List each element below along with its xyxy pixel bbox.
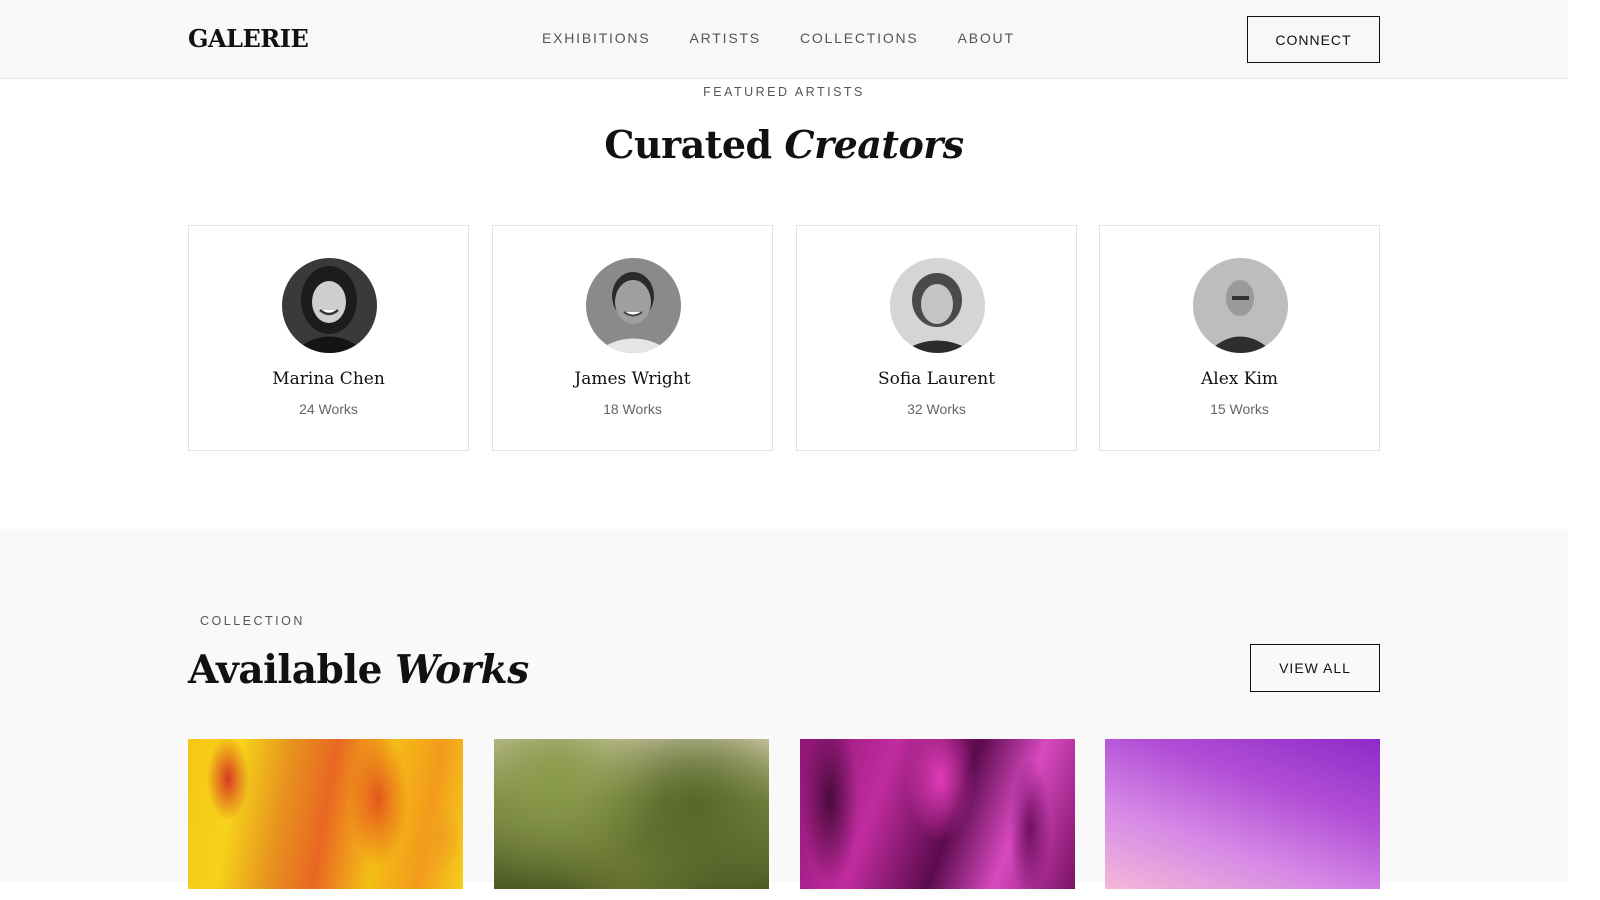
- nav-collections[interactable]: COLLECTIONS: [800, 30, 919, 46]
- artist-card-james-wright[interactable]: James Wright 18 Works: [492, 225, 773, 451]
- artwork-forest-landscape[interactable]: [494, 739, 769, 889]
- artist-works-count: 32 Works: [907, 401, 966, 417]
- site-logo[interactable]: GALERIE: [188, 24, 309, 53]
- artist-name: Marina Chen: [272, 369, 385, 389]
- nav-exhibitions[interactable]: EXHIBITIONS: [542, 30, 650, 46]
- featured-artists-eyebrow: FEATURED ARTISTS: [703, 85, 865, 99]
- artist-card-alex-kim[interactable]: Alex Kim 15 Works: [1099, 225, 1380, 451]
- artists-section-title: Curated Creators: [0, 122, 1568, 167]
- avatar: [586, 258, 681, 353]
- collection-section-title: Available Works: [188, 647, 529, 693]
- artist-name: Alex Kim: [1200, 369, 1279, 389]
- avatar: [282, 258, 377, 353]
- artist-name: Sofia Laurent: [877, 369, 996, 389]
- artists-title-plain: Curated: [604, 122, 772, 167]
- view-all-button[interactable]: VIEW ALL: [1250, 644, 1380, 692]
- artwork-abstract-yellow-red[interactable]: [188, 739, 463, 889]
- site-header: GALERIE EXHIBITIONS ARTISTS COLLECTIONS …: [0, 0, 1568, 79]
- main-nav: EXHIBITIONS ARTISTS COLLECTIONS ABOUT: [542, 30, 1015, 46]
- artist-works-count: 24 Works: [299, 401, 358, 417]
- connect-button[interactable]: CONNECT: [1247, 16, 1380, 63]
- artist-works-count: 18 Works: [603, 401, 662, 417]
- artist-card-sofia-laurent[interactable]: Sofia Laurent 32 Works: [796, 225, 1077, 451]
- artist-name: James Wright: [574, 369, 691, 389]
- collection-title-plain: Available: [188, 647, 382, 693]
- collection-eyebrow: COLLECTION: [200, 614, 305, 628]
- collection-section: COLLECTION Available Works VIEW ALL: [0, 529, 1568, 889]
- nav-about[interactable]: ABOUT: [958, 30, 1015, 46]
- avatar: [890, 258, 985, 353]
- artwork-purple-gradient[interactable]: [1105, 739, 1380, 889]
- artists-title-italic: Creators: [784, 122, 964, 167]
- avatar: [1193, 258, 1288, 353]
- artwork-abstract-magenta[interactable]: [800, 739, 1075, 889]
- artist-works-count: 15 Works: [1210, 401, 1269, 417]
- nav-artists[interactable]: ARTISTS: [689, 30, 760, 46]
- artist-card-marina-chen[interactable]: Marina Chen 24 Works: [188, 225, 469, 451]
- collection-title-italic: Works: [395, 647, 529, 693]
